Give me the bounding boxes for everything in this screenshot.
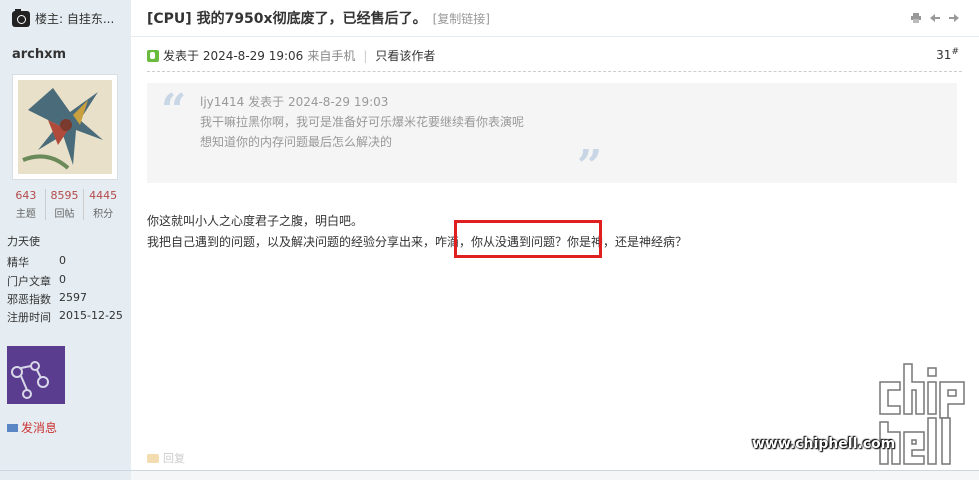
previous-thread-icon[interactable] <box>930 13 940 23</box>
quote-block: “ ljy1414 发表于 2024-8-29 19:03 我干嘛拉黑你啊，我可… <box>147 83 957 192</box>
post-source: 来自手机 <box>307 49 356 63</box>
author-sidebar: archxm 643 主题 8595 回帖 4445 积分 力天使 精华 0 门户文章 0… <box>0 37 131 470</box>
author-rank: 力天使 <box>7 235 40 248</box>
thread-tools <box>911 13 959 23</box>
envelope-icon <box>7 423 18 432</box>
thread-header: 楼主: 自挂东... [CPU] 我的7950x彻底废了，已经售后了。 [复制链… <box>0 0 979 37</box>
meta-divider <box>147 71 962 72</box>
quote-header: ljy1414 发表于 2024-8-29 19:03 <box>200 95 389 109</box>
info-register-date: 注册时间 2015-12-25 <box>7 309 123 324</box>
only-author-link[interactable]: 只看该作者 <box>375 47 435 64</box>
red-highlight-box <box>454 220 602 258</box>
bottom-bar <box>0 470 979 480</box>
quote-open-icon: “ <box>161 85 187 136</box>
reply-label: 回复 <box>163 452 185 465</box>
post-meta: 发表于 2024-8-29 19:06 来自手机 | 只看该作者 <box>147 47 435 64</box>
camera-icon <box>12 8 30 27</box>
stat-threads[interactable]: 643 主题 <box>7 189 46 220</box>
thread-title-bar: [CPU] 我的7950x彻底废了，已经售后了。 [复制链接] <box>131 0 979 36</box>
next-thread-icon[interactable] <box>949 13 959 23</box>
post-body-line: 你这就叫小人之心度君子之腹，明白吧。 <box>147 214 364 228</box>
post-time: 发表于 2024-8-29 19:06 <box>163 49 304 63</box>
avatar[interactable] <box>12 74 118 180</box>
avatar-image <box>18 80 112 174</box>
meta-separator: | <box>363 48 368 63</box>
send-message-button[interactable]: 发消息 <box>7 419 57 436</box>
info-evil-index: 邪恶指数 2597 <box>7 291 87 306</box>
quote-line: 想知道你的内存问题最后怎么解决的 <box>200 135 393 149</box>
send-message-label: 发消息 <box>21 421 58 435</box>
floor-owner-bar: 楼主: 自挂东... <box>0 0 131 37</box>
stat-points[interactable]: 4445 积分 <box>84 189 122 220</box>
quote-line: 我干嘛拉黑你啊，我可是准备好可乐爆米花要继续看你表演呢 <box>200 115 525 129</box>
thread-title: [CPU] 我的7950x彻底废了，已经售后了。 <box>147 11 427 27</box>
quote-close-icon: ” <box>577 141 603 192</box>
author-stats: 643 主题 8595 回帖 4445 积分 <box>7 189 122 220</box>
copy-link[interactable]: [复制链接] <box>433 10 490 27</box>
reply-button[interactable]: 回复 <box>147 450 185 466</box>
reply-icon <box>147 453 159 463</box>
post-content: 发表于 2024-8-29 19:06 来自手机 | 只看该作者 31# “ l… <box>131 37 979 470</box>
info-digest: 精华 0 <box>7 254 66 269</box>
stat-replies[interactable]: 8595 回帖 <box>46 189 85 220</box>
info-portal-articles: 门户文章 0 <box>7 273 66 288</box>
print-icon[interactable] <box>911 13 921 23</box>
floor-number[interactable]: 31# <box>936 47 959 62</box>
medal-badge[interactable] <box>7 346 65 404</box>
post-body-line: 我把自己遇到的问题，以及解决问题的经验分享出来，咋滴，你从没遇到问题？你是神，还… <box>147 235 688 249</box>
floor-owner-link[interactable]: 楼主: 自挂东... <box>35 10 114 27</box>
author-name[interactable]: archxm <box>12 47 66 62</box>
online-status-icon <box>147 49 159 62</box>
watermark-url: www.chiphell.com <box>752 436 896 452</box>
